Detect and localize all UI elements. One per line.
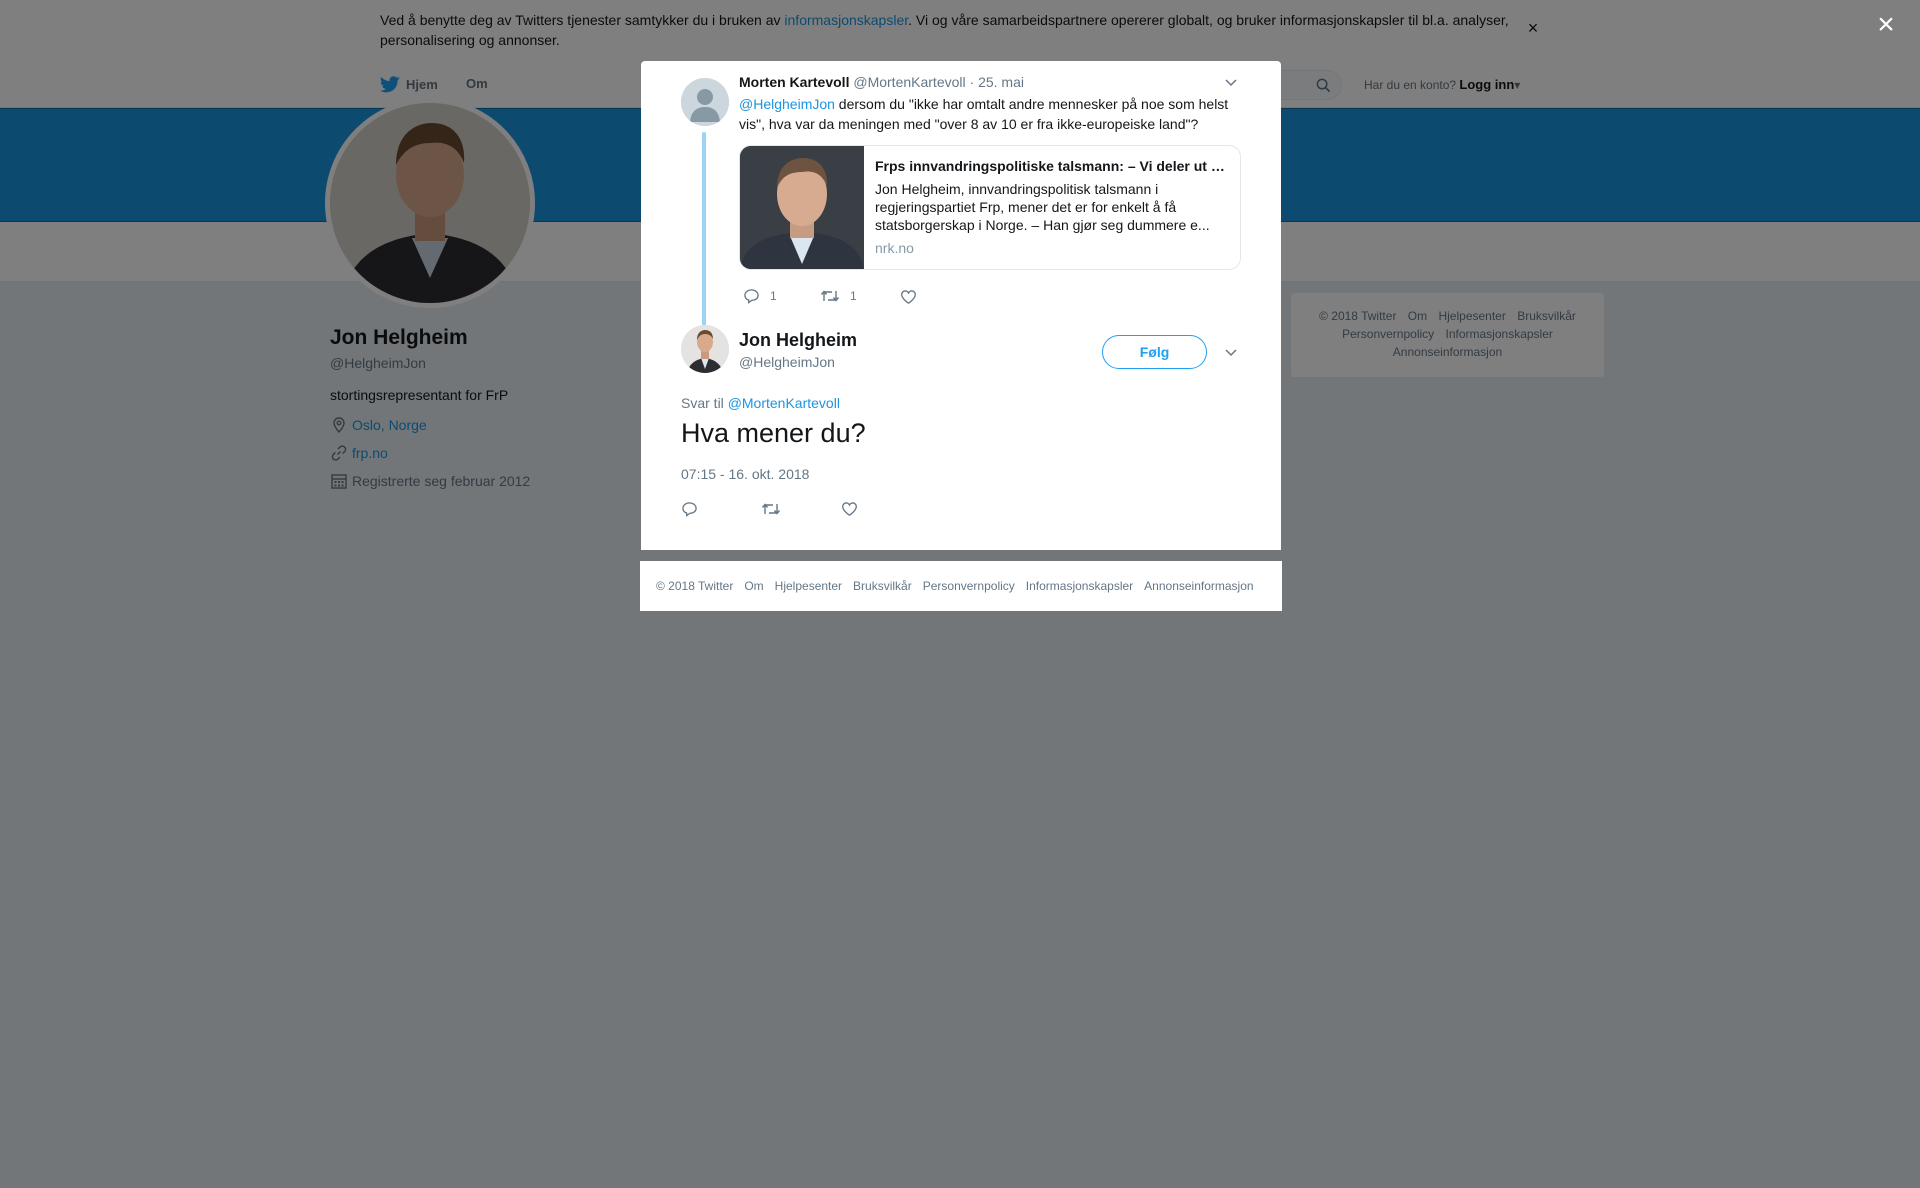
main-tweet-avatar[interactable] (681, 325, 729, 373)
heart-icon (842, 502, 857, 516)
reply-icon (682, 502, 697, 517)
main-tweet-handle[interactable]: @HelgheimJon (739, 354, 835, 370)
parent-tweet-name[interactable]: Morten Kartevoll (739, 74, 849, 90)
retweet-icon (820, 290, 840, 302)
parent-tweet-header: Morten Kartevoll @MortenKartevoll · 25. … (739, 74, 1024, 90)
modal-footer-link-terms[interactable]: Bruksvilkår (853, 579, 912, 593)
modal-footer: © 2018 Twitter Om Hjelpesenter Bruksvilk… (640, 561, 1282, 611)
modal-footer-link-cookies[interactable]: Informasjonskapsler (1026, 579, 1133, 593)
chevron-down-icon[interactable] (1224, 75, 1238, 89)
link-card-title: Frps innvandringspolitiske talsmann: – V… (875, 158, 1230, 174)
link-card-image (740, 146, 864, 269)
parent-reply-button[interactable]: 1 (743, 288, 777, 304)
chevron-down-icon[interactable] (1224, 345, 1238, 359)
parent-tweet-date[interactable]: · 25. mai (970, 74, 1024, 90)
heart-icon (901, 290, 916, 304)
modal-footer-link-about[interactable]: Om (744, 579, 763, 593)
thread-connector (702, 132, 706, 326)
tweet-modal: Morten Kartevoll @MortenKartevoll · 25. … (641, 61, 1281, 550)
main-tweet-text: Hva mener du? (681, 418, 866, 448)
reply-icon (744, 289, 759, 304)
card-photo (740, 146, 864, 269)
link-card-body: Frps innvandringspolitiske talsmann: – V… (875, 156, 1230, 256)
close-icon[interactable]: × (1872, 10, 1900, 40)
modal-footer-link-privacy[interactable]: Personvernpolicy (923, 579, 1015, 593)
parent-retweet-button[interactable]: 1 (820, 288, 857, 304)
modal-footer-link-ads-info[interactable]: Annonseinformasjon (1144, 579, 1253, 593)
link-card-domain: nrk.no (875, 240, 914, 256)
retweet-icon (761, 503, 781, 515)
parent-like-button[interactable] (900, 289, 917, 305)
follow-button[interactable]: Følg (1102, 335, 1207, 369)
default-avatar-icon (681, 78, 729, 126)
main-retweet-button[interactable] (761, 501, 781, 517)
parent-reply-count: 1 (770, 289, 777, 303)
reply-context: Svar til @MortenKartevoll (681, 395, 840, 411)
parent-tweet-text: @HelgheimJon dersom du "ikke har omtalt … (739, 94, 1239, 134)
main-tweet-name[interactable]: Jon Helgheim (739, 330, 857, 351)
parent-retweet-count: 1 (850, 289, 857, 303)
link-card[interactable]: Frps innvandringspolitiske talsmann: – V… (739, 145, 1241, 270)
modal-footer-copyright: © 2018 Twitter (656, 579, 734, 593)
main-like-button[interactable] (841, 501, 858, 517)
avatar-photo (681, 325, 729, 373)
main-reply-button[interactable] (681, 501, 698, 517)
parent-tweet-mention[interactable]: @HelgheimJon (739, 96, 835, 112)
reply-prefix: Svar til (681, 395, 728, 411)
reply-to-link[interactable]: @MortenKartevoll (728, 395, 840, 411)
link-card-description: Jon Helgheim, innvandringspolitisk talsm… (875, 181, 1210, 233)
modal-footer-link-help[interactable]: Hjelpesenter (775, 579, 842, 593)
main-tweet-timestamp[interactable]: 07:15 - 16. okt. 2018 (681, 466, 809, 482)
parent-tweet-avatar[interactable] (681, 78, 729, 126)
parent-tweet-handle[interactable]: @MortenKartevoll (853, 74, 965, 90)
